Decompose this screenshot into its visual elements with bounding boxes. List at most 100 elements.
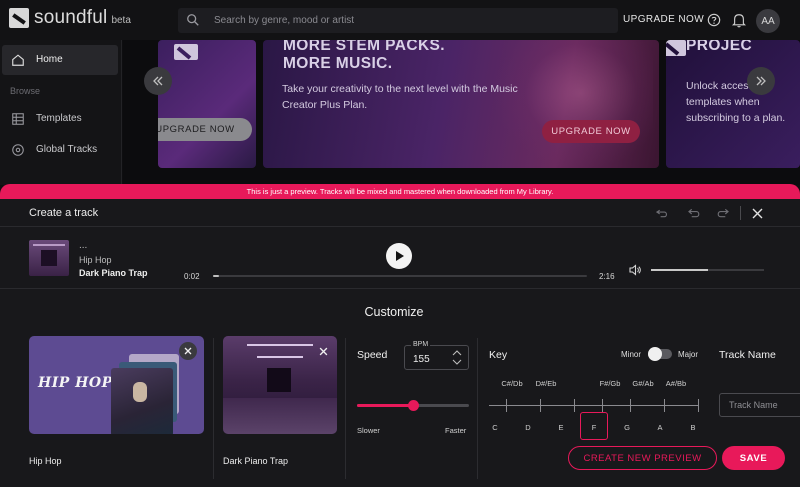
key-option-c[interactable]: C — [492, 423, 497, 432]
promo-carousel: UPGRADE NOW MORE STEM PACKS. MORE MUSIC.… — [123, 40, 800, 185]
undo-icon[interactable] — [688, 207, 701, 219]
search-bar[interactable] — [178, 8, 618, 33]
artwork-figure — [133, 382, 147, 402]
key-option-b[interactable]: B — [690, 423, 695, 432]
progress-fill — [213, 275, 219, 277]
track-name-input[interactable] — [719, 393, 800, 417]
sidebar-item-templates[interactable]: Templates — [2, 104, 118, 134]
carousel-prev-button[interactable] — [144, 67, 172, 95]
key-option-a-sharp[interactable]: A#/Bb — [666, 379, 686, 388]
chevron-up-icon[interactable] — [452, 349, 462, 357]
key-tick — [630, 399, 631, 412]
chevrons-left-icon — [153, 76, 163, 86]
close-icon — [184, 347, 192, 355]
toggle-knob — [648, 347, 662, 361]
volume-slider[interactable] — [651, 269, 764, 271]
create-new-preview-button[interactable]: CREATE NEW PREVIEW — [568, 446, 717, 470]
soundful-logo-icon — [174, 44, 198, 60]
sidebar: Home Browse Templates Global Tracks — [0, 40, 122, 185]
key-option-g[interactable]: G — [624, 423, 630, 432]
volume-icon[interactable] — [629, 264, 641, 276]
create-track-panel: Create a track ... Hip Hop Dark Piano Tr… — [0, 199, 800, 487]
promo-card-right[interactable]: PROJEC Unlock access to templates when s… — [666, 40, 800, 168]
sidebar-item-global-tracks[interactable]: Global Tracks — [2, 135, 118, 165]
promo-card-left[interactable]: UPGRADE NOW — [158, 40, 256, 168]
beta-badge: beta — [111, 15, 131, 26]
chevrons-right-icon — [756, 76, 766, 86]
upgrade-now-button[interactable]: UPGRADE NOW — [158, 118, 252, 141]
genre-tile-label: Hip Hop — [29, 456, 62, 466]
app-root: soundful beta UPGRADE NOW AA — [0, 0, 800, 487]
logo[interactable]: soundful beta — [9, 8, 131, 28]
speed-slider[interactable] — [357, 400, 469, 411]
panel-title: Create a track — [29, 207, 99, 219]
sidebar-item-home[interactable]: Home — [2, 45, 118, 75]
hiphop-artwork — [111, 354, 195, 434]
key-option-f[interactable]: F — [592, 423, 597, 432]
save-button[interactable]: SAVE — [722, 446, 785, 470]
key-option-d[interactable]: D — [525, 423, 530, 432]
remove-track-button[interactable] — [314, 342, 332, 360]
play-button[interactable] — [386, 243, 412, 269]
speed-slider-fill — [357, 404, 413, 407]
track-tile-dark-piano-trap[interactable] — [223, 336, 337, 434]
avatar[interactable]: AA — [756, 9, 780, 33]
ceiling-light — [247, 344, 313, 346]
volume-fill — [651, 269, 708, 271]
history-undo-icon[interactable] — [656, 207, 669, 219]
disc-icon — [12, 144, 24, 156]
track-name: Dark Piano Trap — [79, 268, 148, 278]
carousel-next-button[interactable] — [747, 67, 775, 95]
ceiling-light — [257, 356, 303, 358]
key-option-c-sharp[interactable]: C#/Db — [501, 379, 522, 388]
chevron-down-icon[interactable] — [452, 358, 462, 366]
bpm-value: 155 — [413, 354, 430, 365]
sidebar-item-label: Home — [36, 54, 63, 65]
speed-title: Speed — [357, 349, 388, 361]
key-tick — [540, 399, 541, 412]
key-option-e[interactable]: E — [558, 423, 563, 432]
logo-text: soundful — [34, 7, 108, 28]
key-tick — [602, 399, 603, 412]
remove-genre-button[interactable] — [179, 342, 197, 360]
major-minor-toggle[interactable] — [648, 347, 672, 361]
search-icon — [187, 14, 199, 26]
sidebar-item-label: Global Tracks — [36, 144, 98, 155]
customize-title: Customize — [364, 305, 424, 319]
slower-label: Slower — [357, 426, 380, 435]
header-divider — [740, 206, 741, 220]
speed-slider-handle[interactable] — [408, 400, 419, 411]
promo-right-description: Unlock access to templates when subscrib… — [686, 80, 786, 124]
genre-tile-hiphop[interactable]: HIP HOP — [29, 336, 204, 434]
key-tick — [574, 399, 575, 412]
hiphop-art-text: HIP HOP — [38, 375, 113, 391]
track-name-title: Track Name — [719, 349, 776, 361]
soundful-logo-icon — [9, 8, 29, 28]
key-option-g-sharp[interactable]: G#/Ab — [632, 379, 653, 388]
key-option-f-sharp[interactable]: F#/Gb — [600, 379, 621, 388]
help-icon[interactable] — [707, 13, 721, 27]
close-icon[interactable] — [752, 208, 763, 219]
progress-bar[interactable] — [213, 275, 587, 277]
upgrade-now-button[interactable]: UPGRADE NOW — [542, 120, 640, 143]
bell-icon[interactable] — [732, 12, 746, 28]
key-option-d-sharp[interactable]: D#/Eb — [536, 379, 557, 388]
corridor-end — [267, 368, 291, 392]
upgrade-now-link[interactable]: UPGRADE NOW — [623, 14, 704, 25]
bpm-label: BPM — [411, 341, 431, 348]
promo-title-line2: MORE MUSIC. — [283, 55, 393, 72]
key-option-a[interactable]: A — [657, 423, 662, 432]
redo-icon[interactable] — [716, 207, 729, 219]
corridor-floor — [223, 398, 337, 434]
soundful-logo-icon — [666, 40, 686, 56]
track-tile-label: Dark Piano Trap — [223, 456, 289, 466]
promo-card-main[interactable]: MORE STEM PACKS. MORE MUSIC. Take your c… — [263, 40, 659, 168]
key-tick — [506, 399, 507, 412]
more-options-button[interactable]: ... — [79, 240, 87, 251]
major-label: Major — [678, 350, 699, 359]
search-input[interactable] — [214, 11, 604, 30]
key-tick — [698, 399, 699, 412]
key-title: Key — [489, 349, 508, 361]
minor-label: Minor — [621, 350, 642, 359]
preview-banner: This is just a preview. Tracks will be m… — [0, 184, 800, 199]
